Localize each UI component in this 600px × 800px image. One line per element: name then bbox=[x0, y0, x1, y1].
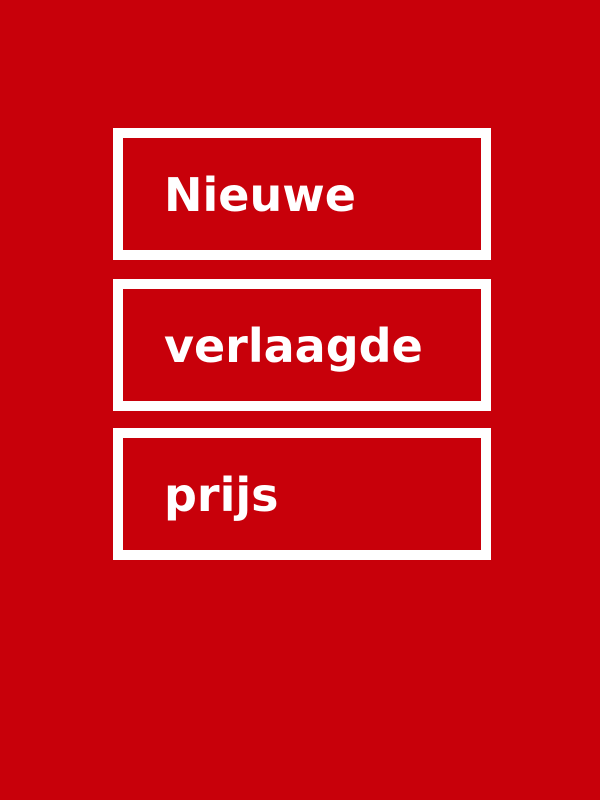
word-box-nieuwe: Nieuwe bbox=[113, 128, 491, 260]
banner-word-3: prijs bbox=[164, 468, 279, 522]
price-banner: Nieuwe verlaagde prijs bbox=[0, 0, 600, 800]
banner-word-1: Nieuwe bbox=[164, 168, 356, 222]
banner-word-2: verlaagde bbox=[164, 319, 423, 373]
word-box-prijs: prijs bbox=[113, 428, 491, 560]
word-box-verlaagde: verlaagde bbox=[113, 279, 491, 411]
